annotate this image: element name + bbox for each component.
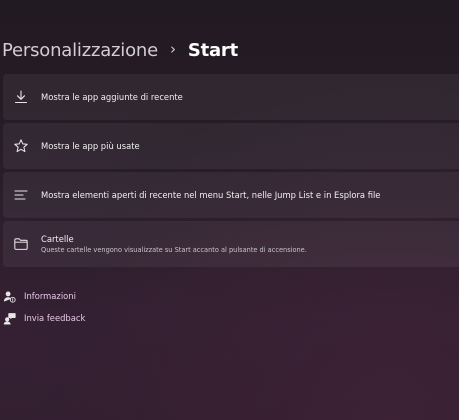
list-icon [12, 186, 30, 204]
link-informazioni[interactable]: Informazioni [2, 289, 76, 303]
setting-most-used-apps[interactable]: Mostra le app più usate [3, 123, 459, 169]
setting-label: Mostra le app più usate [41, 141, 140, 151]
breadcrumb-separator-icon: › [170, 40, 176, 58]
page-title: Start [187, 39, 239, 61]
setting-folders[interactable]: Cartelle Queste cartelle vengono visuali… [3, 221, 459, 267]
setting-recently-opened-items[interactable]: Mostra elementi aperti di recente nel me… [3, 172, 459, 218]
download-icon [12, 88, 30, 106]
breadcrumb: Personalizzazione › Start [2, 36, 238, 64]
help-person-icon [2, 289, 16, 303]
setting-label: Mostra elementi aperti di recente nel me… [41, 190, 381, 200]
link-label: Invia feedback [24, 313, 86, 323]
folder-icon [12, 235, 30, 253]
setting-label: Mostra le app aggiunte di recente [41, 92, 183, 102]
star-icon [12, 137, 30, 155]
setting-text-group: Cartelle Queste cartelle vengono visuali… [41, 234, 453, 254]
setting-recently-added-apps[interactable]: Mostra le app aggiunte di recente [3, 74, 459, 120]
link-invia-feedback[interactable]: Invia feedback [2, 311, 85, 325]
setting-label: Cartelle [41, 234, 74, 244]
setting-description: Queste cartelle vengono visualizzate su … [41, 246, 307, 254]
link-label: Informazioni [24, 291, 76, 301]
breadcrumb-parent[interactable]: Personalizzazione [2, 40, 158, 61]
feedback-icon [2, 311, 16, 325]
